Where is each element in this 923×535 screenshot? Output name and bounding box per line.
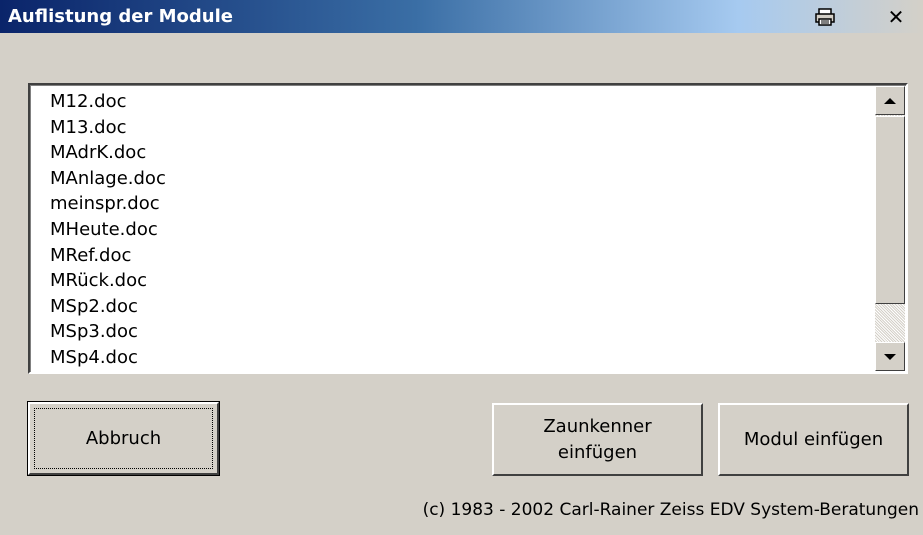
cancel-button[interactable]: Abbruch [27,401,220,476]
window-title: Auflistung der Module [8,6,233,27]
close-icon: ✕ [887,4,905,29]
insert-fence-button[interactable]: Zaunkenner einfügen [492,403,703,476]
list-item[interactable]: MRück.doc [50,268,870,294]
insert-module-button-label: Modul einfügen [743,429,884,450]
list-item[interactable]: MHeute.doc [50,217,870,243]
list-item[interactable]: MAnlage.doc [50,166,870,192]
scroll-up-button[interactable] [875,86,905,115]
scroll-down-button[interactable] [875,342,905,371]
list-item[interactable]: MAdrK.doc [50,140,870,166]
list-item[interactable]: meinspr.doc [50,191,870,217]
insert-module-button[interactable]: Modul einfügen [718,403,909,476]
list-item[interactable]: M12.doc [50,89,870,115]
focus-rectangle [34,408,213,469]
list-item[interactable]: MSp3.doc [50,319,870,345]
close-button[interactable]: ✕ [883,4,909,29]
list-item[interactable]: MRef.doc [50,243,870,269]
arrow-up-icon [884,97,896,104]
list-item[interactable]: M13.doc [50,115,870,141]
title-bar[interactable]: Auflistung der Module ✕ [0,0,923,33]
insert-fence-button-label: Zaunkenner einfügen [543,415,652,463]
scroll-thumb[interactable] [875,116,905,304]
list-item[interactable]: MSp4.doc [50,345,870,371]
module-listbox[interactable]: M12.doc M13.doc MAdrK.doc MAnlage.doc meinsp… [28,83,908,374]
copyright-text: (c) 1983 - 2002 Carl-Rainer Zeiss EDV Sy… [422,500,919,520]
module-list: M12.doc M13.doc MAdrK.doc MAnlage.doc meinsp… [50,89,870,371]
vertical-scrollbar[interactable] [875,86,905,371]
printer-icon[interactable] [812,6,838,27]
arrow-down-icon [884,353,896,360]
list-item[interactable]: MSp2.doc [50,294,870,320]
